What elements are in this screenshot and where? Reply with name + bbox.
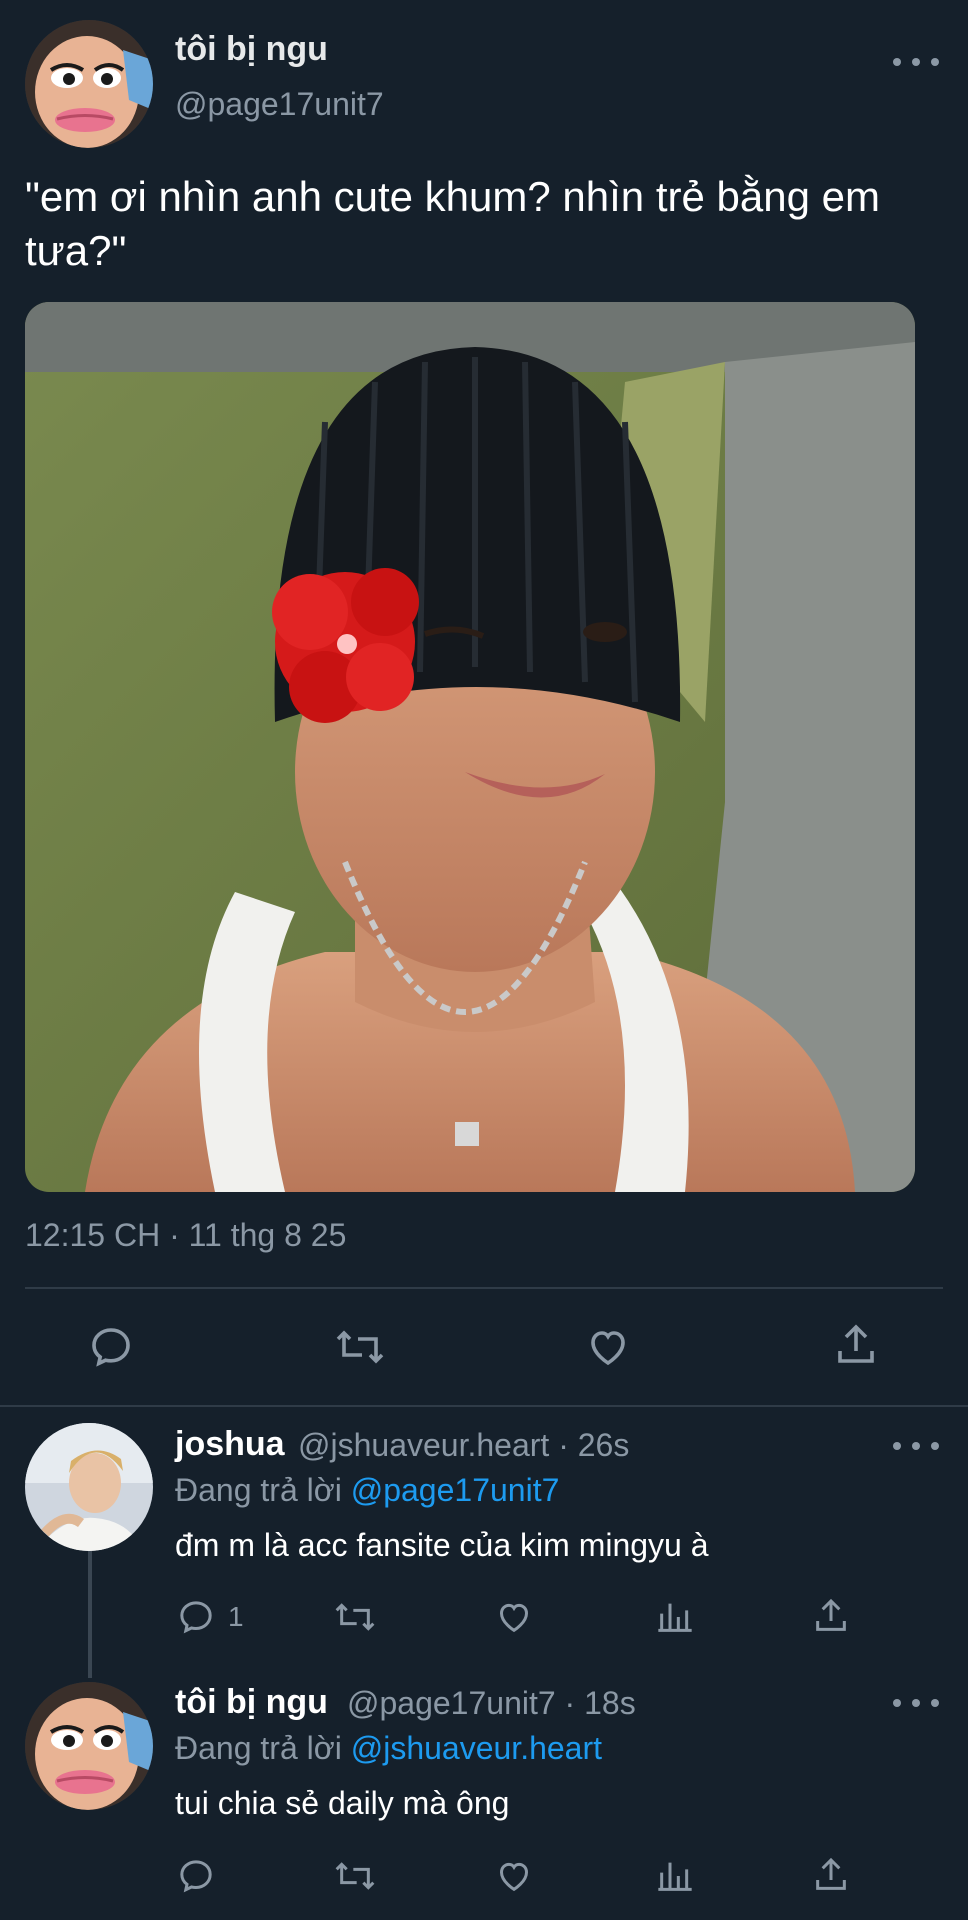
tweet-timestamp[interactable]: 12:15 CH · 11 thg 8 25 bbox=[25, 1217, 346, 1254]
retweet-button[interactable] bbox=[333, 1597, 377, 1637]
reply-handle-time[interactable]: @jshuaveur.heart · 26s bbox=[298, 1427, 629, 1464]
retweet-button[interactable] bbox=[333, 1856, 377, 1896]
share-icon bbox=[816, 1857, 846, 1890]
reply-count: 1 bbox=[228, 1601, 244, 1632]
reply-avatar[interactable] bbox=[25, 1423, 153, 1551]
reply-icon bbox=[92, 1328, 130, 1367]
reply-text: tui chia sẻ daily mà ông bbox=[175, 1785, 510, 1821]
author-handle[interactable]: @page17unit7 bbox=[175, 86, 384, 123]
divider bbox=[25, 1287, 943, 1289]
reply-handle-time[interactable]: @page17unit7 · 18s bbox=[347, 1685, 636, 1722]
reply-button[interactable]: 1 bbox=[176, 1597, 244, 1637]
retweet-button[interactable] bbox=[334, 1323, 386, 1371]
like-icon bbox=[591, 1331, 625, 1366]
reply-display-name[interactable]: tôi bị ngu bbox=[175, 1683, 328, 1722]
like-icon bbox=[499, 1862, 529, 1892]
views-button[interactable] bbox=[655, 1597, 695, 1637]
replying-to-handle[interactable]: @page17unit7 bbox=[351, 1472, 560, 1508]
reply-icon bbox=[180, 1601, 212, 1634]
more-icon[interactable] bbox=[893, 1436, 939, 1456]
views-icon bbox=[658, 1603, 692, 1632]
reply-icon bbox=[180, 1860, 212, 1893]
replying-label: Đang trả lời bbox=[175, 1472, 342, 1508]
author-display-name[interactable]: tôi bị ngu bbox=[175, 30, 328, 69]
more-icon[interactable] bbox=[893, 1693, 939, 1713]
replying-to: Đang trả lời @jshuaveur.heart bbox=[175, 1730, 602, 1767]
reply-text: đm m là acc fansite của kim mingyu à bbox=[175, 1527, 709, 1563]
retweet-icon bbox=[336, 1330, 384, 1364]
like-icon bbox=[499, 1603, 529, 1633]
reply-avatar[interactable] bbox=[25, 1682, 153, 1810]
author-avatar[interactable] bbox=[25, 20, 153, 148]
like-button[interactable] bbox=[584, 1323, 632, 1371]
replying-to-handle[interactable]: @jshuaveur.heart bbox=[351, 1730, 602, 1766]
more-icon[interactable] bbox=[893, 52, 939, 72]
share-button[interactable] bbox=[811, 1596, 851, 1636]
share-button[interactable] bbox=[832, 1321, 880, 1369]
tweet-text: "em ơi nhìn anh cute khum? nhìn trẻ bằng… bbox=[25, 173, 880, 274]
replying-to: Đang trả lời @page17unit7 bbox=[175, 1472, 559, 1509]
share-icon bbox=[816, 1598, 846, 1631]
thread-line bbox=[88, 1548, 92, 1678]
divider bbox=[0, 1405, 968, 1407]
tweet-photo[interactable] bbox=[25, 302, 915, 1192]
reply-button[interactable] bbox=[176, 1856, 216, 1896]
reply-display-name[interactable]: joshua bbox=[175, 1425, 285, 1464]
views-button[interactable] bbox=[655, 1856, 695, 1896]
retweet-icon bbox=[335, 1603, 375, 1631]
views-icon bbox=[658, 1862, 692, 1891]
like-button[interactable] bbox=[494, 1856, 534, 1896]
replying-label: Đang trả lời bbox=[175, 1730, 342, 1766]
like-button[interactable] bbox=[494, 1597, 534, 1637]
retweet-icon bbox=[335, 1862, 375, 1890]
share-button[interactable] bbox=[811, 1855, 851, 1895]
share-icon bbox=[838, 1324, 874, 1363]
reply-button[interactable] bbox=[87, 1323, 135, 1371]
